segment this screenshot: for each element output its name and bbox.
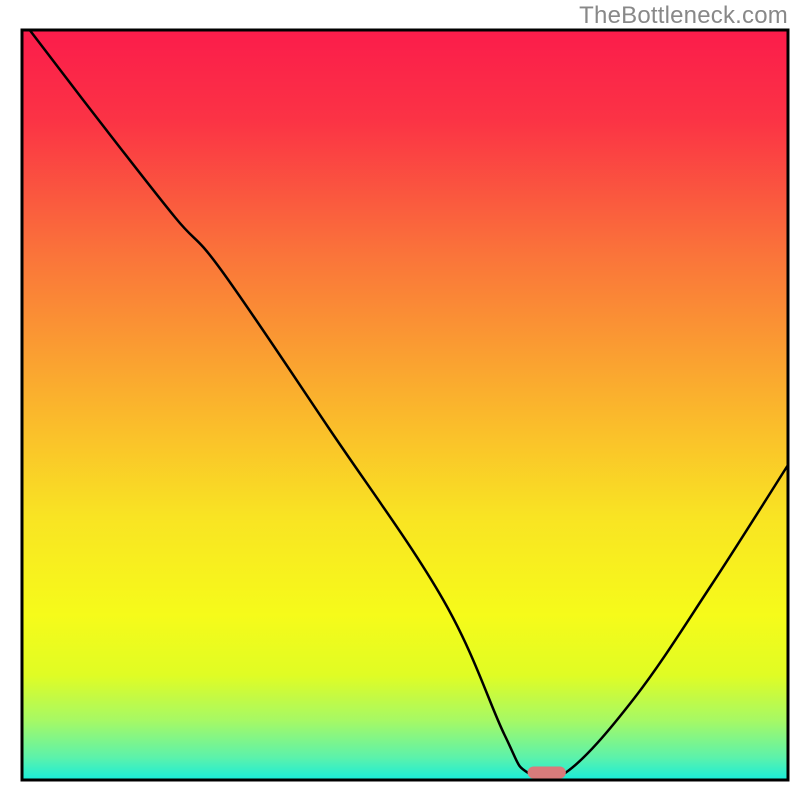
plot-background <box>22 30 788 780</box>
bottleneck-chart <box>0 0 800 800</box>
chart-container: TheBottleneck.com <box>0 0 800 800</box>
watermark-text: TheBottleneck.com <box>579 2 788 30</box>
optimal-marker <box>528 767 566 779</box>
